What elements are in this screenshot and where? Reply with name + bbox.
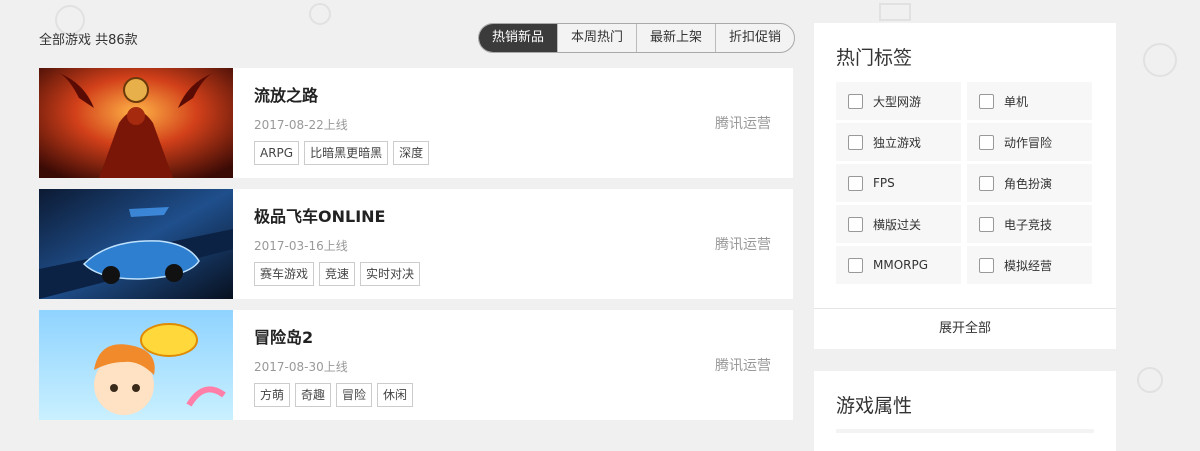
tag-filter-label: 独立游戏 [873,135,922,150]
publisher-label: 腾讯运营 [715,237,771,253]
tab-weekly-hot[interactable]: 本周热门 [557,24,636,52]
tag-filter-option[interactable]: FPS [836,164,961,202]
game-tag[interactable]: 方萌 [254,383,291,407]
tag-filter-label: 电子竞技 [1004,217,1053,232]
publisher-label: 腾讯运营 [715,116,771,132]
game-title[interactable]: 冒险岛2 [254,327,793,349]
checkbox-icon[interactable] [979,134,994,150]
game-attributes-panel: 游戏属性 [814,371,1116,451]
tag-filter-option[interactable]: MMORPG [836,246,961,284]
game-tag[interactable]: 竞速 [319,262,356,286]
tag-filter-label: 横版过关 [873,217,922,232]
tab-hot-new[interactable]: 热销新品 [479,24,558,52]
checkbox-icon[interactable] [848,93,863,109]
game-tag[interactable]: 实时对决 [360,262,421,286]
tag-filter-option[interactable]: 横版过关 [836,205,961,243]
game-tag[interactable]: 奇趣 [295,383,332,407]
game-title[interactable]: 流放之路 [254,85,793,107]
game-tags: 赛车游戏 竞速 实时对决 [254,262,793,286]
hot-tags-title: 热门标签 [836,47,913,69]
game-card[interactable]: 流放之路 2017-08-22上线 ARPG 比暗黑更暗黑 深度 腾讯运营 [39,68,793,178]
game-tag[interactable]: ARPG [254,141,300,165]
game-info: 极品飞车ONLINE 2017-03-16上线 赛车游戏 竞速 实时对决 腾讯运… [233,189,793,299]
release-date: 2017-03-16上线 [254,239,348,253]
tab-discount[interactable]: 折扣促销 [715,24,794,52]
game-info: 冒险岛2 2017-08-30上线 方萌 奇趣 冒险 休闲 腾讯运营 [233,310,793,420]
game-count-label: 全部游戏 共86款 [39,33,138,48]
tag-filter-option[interactable]: 电子竞技 [967,205,1092,243]
checkbox-icon[interactable] [848,216,863,232]
game-title[interactable]: 极品飞车ONLINE [254,206,793,228]
tag-filter-option[interactable]: 大型网游 [836,82,961,120]
tag-filter-option[interactable]: 独立游戏 [836,123,961,161]
game-tag[interactable]: 冒险 [336,383,373,407]
tag-filter-label: FPS [873,176,895,190]
hot-tags-panel: 热门标签 大型网游 单机 独立游戏 动作冒险 FPS 角色扮演 横版过关 电子竞… [814,23,1116,349]
game-tags: 方萌 奇趣 冒险 休闲 [254,383,793,407]
tag-filter-label: 单机 [1004,94,1029,109]
game-tag[interactable]: 深度 [393,141,430,165]
tag-filter-option[interactable]: 单机 [967,82,1092,120]
game-cover-image[interactable] [39,68,233,178]
tag-filter-label: 大型网游 [873,94,922,109]
game-tag[interactable]: 赛车游戏 [254,262,315,286]
tag-filter-label: 模拟经营 [1004,258,1053,273]
game-list: 流放之路 2017-08-22上线 ARPG 比暗黑更暗黑 深度 腾讯运营 极品… [39,68,793,431]
release-date: 2017-08-30上线 [254,360,348,374]
game-tag[interactable]: 比暗黑更暗黑 [304,141,389,165]
game-cover-image[interactable] [39,310,233,420]
tag-filter-label: 动作冒险 [1004,135,1053,150]
hot-tags-grid: 大型网游 单机 独立游戏 动作冒险 FPS 角色扮演 横版过关 电子竞技 MMO… [836,82,1092,284]
game-tags: ARPG 比暗黑更暗黑 深度 [254,141,793,165]
expand-all-button[interactable]: 展开全部 [814,308,1116,349]
checkbox-icon[interactable] [848,175,863,191]
tag-filter-label: 角色扮演 [1004,176,1053,191]
checkbox-icon[interactable] [979,175,994,191]
game-card[interactable]: 冒险岛2 2017-08-30上线 方萌 奇趣 冒险 休闲 腾讯运营 [39,310,793,420]
tag-filter-label: MMORPG [873,258,929,272]
release-date: 2017-08-22上线 [254,118,348,132]
checkbox-icon[interactable] [979,93,994,109]
game-info: 流放之路 2017-08-22上线 ARPG 比暗黑更暗黑 深度 腾讯运营 [233,68,793,178]
game-tag[interactable]: 休闲 [377,383,414,407]
checkbox-icon[interactable] [848,257,863,273]
game-cover-image[interactable] [39,189,233,299]
tag-filter-option[interactable]: 动作冒险 [967,123,1092,161]
checkbox-icon[interactable] [979,216,994,232]
attributes-content-divider [836,429,1094,433]
publisher-label: 腾讯运营 [715,358,771,374]
game-card[interactable]: 极品飞车ONLINE 2017-03-16上线 赛车游戏 竞速 实时对决 腾讯运… [39,189,793,299]
checkbox-icon[interactable] [848,134,863,150]
tag-filter-option[interactable]: 模拟经营 [967,246,1092,284]
game-attributes-title: 游戏属性 [836,395,913,417]
sort-tabs: 热销新品 本周热门 最新上架 折扣促销 [478,23,796,53]
checkbox-icon[interactable] [979,257,994,273]
tag-filter-option[interactable]: 角色扮演 [967,164,1092,202]
tab-newest[interactable]: 最新上架 [636,24,715,52]
